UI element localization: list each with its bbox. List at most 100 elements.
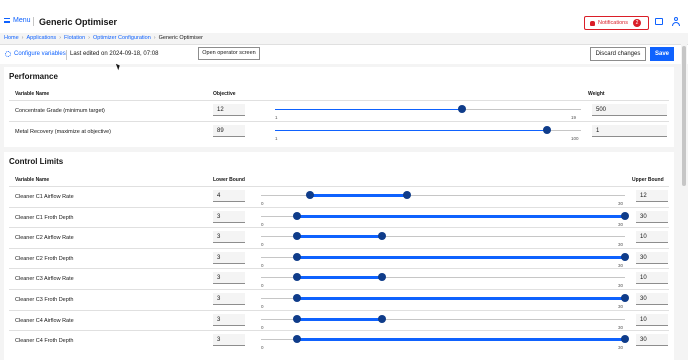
last-edited-text: Last edited on 2024-09-18, 07:08	[70, 51, 159, 57]
lower-thumb[interactable]	[293, 335, 302, 344]
slider-max-label: 100	[571, 136, 579, 141]
slider-max-label: 30	[618, 324, 624, 330]
lower-bound-input[interactable]: 3	[213, 251, 245, 264]
objective-slider[interactable]	[275, 126, 581, 136]
performance-panel: Performance Variable Name Objective Weig…	[4, 67, 674, 147]
col-variable-name: Variable Name	[15, 91, 50, 97]
col-weight: Weight	[588, 91, 605, 97]
scrollbar-thumb[interactable]	[682, 46, 686, 186]
gear-icon	[5, 51, 11, 57]
objective-input[interactable]: 89	[213, 125, 245, 137]
variable-name: Metal Recovery (maximize at objective)	[15, 129, 111, 135]
lower-thumb[interactable]	[293, 232, 302, 241]
control-limit-row: Cleaner C2 Froth Depth 3 0 30 30	[9, 247, 669, 268]
lower-bound-input[interactable]: 3	[213, 334, 245, 347]
lower-bound-input[interactable]: 3	[213, 293, 245, 305]
range-slider[interactable]	[261, 273, 625, 283]
slider-max-label: 30	[618, 345, 624, 351]
open-operator-screen-button[interactable]: Open operator screen	[198, 47, 260, 60]
lower-bound-input[interactable]: 3	[213, 313, 245, 326]
menu-button[interactable]: Menu	[4, 17, 31, 24]
control-limits-title: Control Limits	[9, 157, 64, 166]
page-scrollbar[interactable]	[681, 44, 687, 360]
upper-bound-input[interactable]: 10	[636, 231, 668, 244]
performance-row: Metal Recovery (maximize at objective) 89…	[9, 121, 669, 141]
upper-bound-input[interactable]: 30	[636, 293, 668, 305]
weight-input[interactable]: 500	[592, 104, 667, 116]
lower-thumb[interactable]	[293, 211, 302, 220]
upper-thumb[interactable]	[378, 314, 387, 323]
breadcrumb-flotation[interactable]: Flotation	[64, 35, 85, 41]
chat-icon[interactable]	[655, 18, 663, 25]
breadcrumb-home[interactable]: Home	[4, 35, 19, 41]
slider-range-fill	[297, 235, 383, 239]
slider-thumb[interactable]	[542, 126, 551, 134]
range-slider[interactable]	[261, 335, 629, 345]
breadcrumb-current: Generic Optimiser	[158, 35, 203, 41]
objective-slider[interactable]	[275, 105, 581, 115]
configure-variables-button[interactable]: Configure variables	[5, 51, 66, 57]
menu-label: Menu	[13, 17, 31, 24]
range-slider[interactable]	[261, 294, 629, 304]
lower-thumb[interactable]	[293, 294, 302, 302]
lower-thumb[interactable]	[293, 314, 302, 323]
weight-input[interactable]: 1	[592, 125, 667, 137]
upper-bound-input[interactable]: 10	[636, 313, 668, 326]
upper-bound-input[interactable]: 12	[636, 190, 668, 202]
lower-thumb[interactable]	[305, 191, 314, 199]
slider-max-label: 30	[618, 262, 624, 268]
breadcrumb-optimizer-configuration[interactable]: Optimizer Configuration	[93, 35, 151, 41]
slider-range-fill	[297, 297, 625, 300]
discard-changes-button[interactable]: Discard changes	[590, 47, 646, 61]
save-button[interactable]: Save	[650, 47, 674, 61]
lower-bound-input[interactable]: 3	[213, 210, 245, 223]
upper-thumb[interactable]	[621, 252, 629, 261]
upper-bound-input[interactable]: 10	[636, 272, 668, 285]
upper-thumb[interactable]	[621, 294, 629, 302]
slider-thumb[interactable]	[458, 105, 466, 113]
slider-fill	[275, 130, 547, 131]
notifications-count-badge: 2	[632, 19, 641, 27]
lower-bound-input[interactable]: 4	[213, 190, 245, 202]
control-limit-row: Cleaner C1 Froth Depth 3 0 30 30	[9, 206, 669, 227]
divider	[33, 17, 34, 26]
range-slider[interactable]	[261, 252, 629, 263]
slider-max-label: 30	[618, 201, 624, 206]
upper-thumb[interactable]	[378, 273, 387, 282]
user-icon[interactable]	[671, 17, 680, 27]
lower-bound-input[interactable]: 3	[213, 231, 245, 244]
notifications-button[interactable]: Notifications 2	[584, 16, 649, 30]
upper-bound-input[interactable]: 30	[636, 334, 668, 347]
breadcrumb: Home › Applications › Flotation › Optimizer…	[4, 35, 203, 41]
slider-min-label: 1	[275, 136, 278, 141]
upper-bound-input[interactable]: 30	[636, 210, 668, 223]
objective-input[interactable]: 12	[213, 104, 245, 116]
control-limit-row: Cleaner C1 Airflow Rate 4 0 30 12	[9, 186, 669, 206]
slider-max-label: 30	[618, 242, 624, 248]
upper-bound-input[interactable]: 30	[636, 251, 668, 264]
slider-range-fill	[297, 317, 383, 321]
upper-thumb[interactable]	[621, 211, 629, 220]
lower-bound-input[interactable]: 3	[213, 272, 245, 285]
variable-name: Cleaner C1 Froth Depth	[15, 214, 74, 221]
upper-thumb[interactable]	[621, 335, 629, 344]
upper-thumb[interactable]	[402, 191, 411, 199]
range-slider[interactable]	[261, 314, 625, 325]
app-title: Generic Optimiser	[39, 17, 118, 27]
hamburger-icon	[4, 18, 10, 23]
slider-min-label: 1	[275, 115, 278, 120]
lower-thumb[interactable]	[293, 252, 302, 261]
range-slider[interactable]	[261, 232, 625, 242]
bell-icon	[590, 20, 595, 26]
slider-min-label: 0	[261, 242, 264, 248]
breadcrumb-applications[interactable]: Applications	[27, 35, 57, 41]
col-objective: Objective	[213, 91, 236, 97]
upper-thumb[interactable]	[378, 232, 387, 241]
control-limit-row: Cleaner C3 Airflow Rate 3 0 30 10	[9, 268, 669, 288]
divider	[66, 50, 67, 60]
slider-max-label: 30	[618, 221, 624, 227]
range-slider[interactable]	[261, 211, 629, 222]
range-slider[interactable]	[261, 191, 625, 201]
slider-range-fill	[297, 214, 625, 218]
lower-thumb[interactable]	[293, 273, 302, 282]
